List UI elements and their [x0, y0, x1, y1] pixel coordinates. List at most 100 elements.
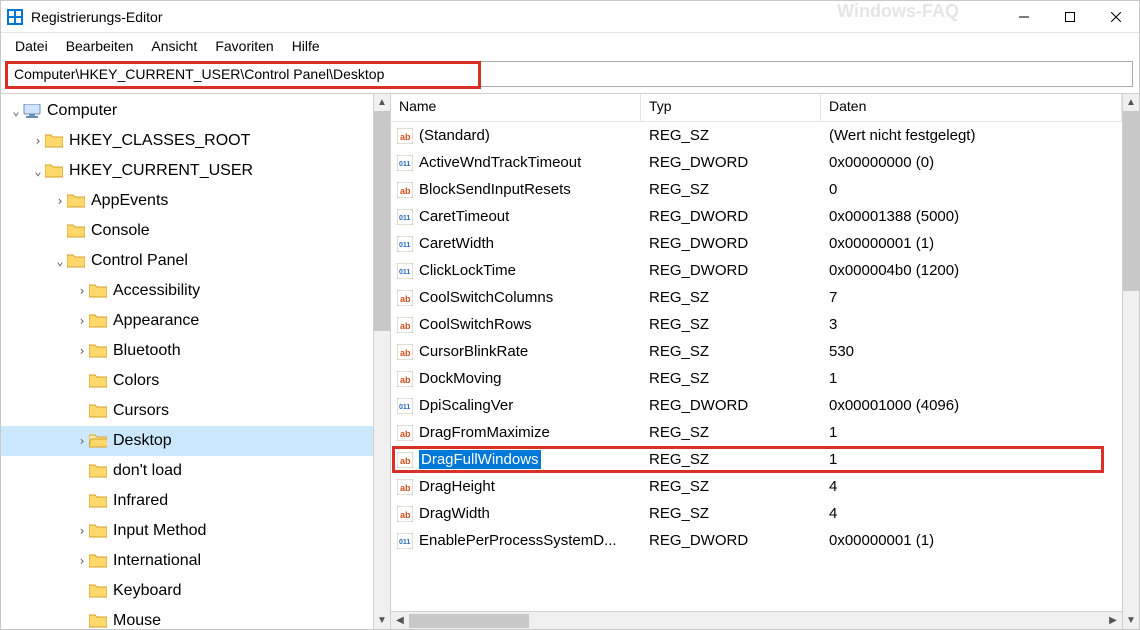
- column-headers[interactable]: Name Typ Daten: [391, 94, 1122, 122]
- tree-label: HKEY_CLASSES_ROOT: [69, 132, 250, 150]
- value-type: REG_SZ: [641, 370, 821, 387]
- folder-icon: [89, 553, 107, 569]
- folder-icon: [89, 403, 107, 419]
- window-title: Registrierungs-Editor: [31, 9, 163, 25]
- value-row[interactable]: ClickLockTimeREG_DWORD0x000004b0 (1200): [391, 257, 1122, 284]
- tree-item[interactable]: › HKEY_CLASSES_ROOT: [1, 126, 373, 156]
- value-row[interactable]: DpiScalingVerREG_DWORD0x00001000 (4096): [391, 392, 1122, 419]
- folder-icon: [89, 373, 107, 389]
- value-row[interactable]: DragFullWindowsREG_SZ1: [391, 446, 1122, 473]
- scroll-down-icon[interactable]: ▼: [1123, 612, 1139, 629]
- scroll-right-icon[interactable]: ▶: [1104, 613, 1122, 629]
- menu-datei[interactable]: Datei: [7, 36, 56, 56]
- scroll-left-icon[interactable]: ◀: [391, 613, 409, 629]
- folder-icon: [89, 463, 107, 479]
- tree-item[interactable]: ›International: [1, 546, 373, 576]
- reg-string-icon: [397, 506, 413, 522]
- value-name: CursorBlinkRate: [419, 343, 528, 360]
- values-list[interactable]: (Standard)REG_SZ(Wert nicht festgelegt)A…: [391, 122, 1122, 611]
- expander-closed-icon[interactable]: ›: [75, 314, 89, 328]
- window-controls: [1001, 2, 1139, 32]
- value-type: REG_DWORD: [641, 235, 821, 252]
- expander-closed-icon[interactable]: ›: [53, 194, 67, 208]
- expander-closed-icon[interactable]: ›: [75, 524, 89, 538]
- value-row[interactable]: CaretTimeoutREG_DWORD0x00001388 (5000): [391, 203, 1122, 230]
- tree-label: Desktop: [113, 432, 172, 450]
- minimize-button[interactable]: [1001, 2, 1047, 32]
- value-row[interactable]: CaretWidthREG_DWORD0x00000001 (1): [391, 230, 1122, 257]
- tree-item[interactable]: Infrared: [1, 486, 373, 516]
- tree-item[interactable]: ›Appearance: [1, 306, 373, 336]
- column-name[interactable]: Name: [391, 94, 641, 121]
- registry-tree[interactable]: ⌄Computer›HKEY_CLASSES_ROOT⌄HKEY_CURRENT…: [1, 94, 373, 629]
- menu-hilfe[interactable]: Hilfe: [284, 36, 328, 56]
- scroll-down-icon[interactable]: ▼: [374, 612, 390, 629]
- value-row[interactable]: DragWidthREG_SZ4: [391, 500, 1122, 527]
- tree-item[interactable]: › Accessibility: [1, 276, 373, 306]
- column-type[interactable]: Typ: [641, 94, 821, 121]
- value-type: REG_SZ: [641, 478, 821, 495]
- expander-closed-icon[interactable]: ›: [31, 134, 45, 148]
- tree-item[interactable]: › AppEvents: [1, 186, 373, 216]
- tree-item[interactable]: Keyboard: [1, 576, 373, 606]
- expander-open-icon[interactable]: ⌄: [9, 104, 23, 118]
- value-type: REG_SZ: [641, 127, 821, 144]
- expander-closed-icon[interactable]: ›: [75, 554, 89, 568]
- value-row[interactable]: CoolSwitchRowsREG_SZ3: [391, 311, 1122, 338]
- value-name: DragFromMaximize: [419, 424, 550, 441]
- menu-favoriten[interactable]: Favoriten: [207, 36, 281, 56]
- value-data: (Wert nicht festgelegt): [821, 127, 1122, 144]
- tree-label: Accessibility: [113, 282, 200, 300]
- value-row[interactable]: (Standard)REG_SZ(Wert nicht festgelegt): [391, 122, 1122, 149]
- expander-closed-icon[interactable]: ›: [75, 344, 89, 358]
- menu-bearbeiten[interactable]: Bearbeiten: [58, 36, 142, 56]
- tree-item[interactable]: don't load: [1, 456, 373, 486]
- tree-item[interactable]: ›Bluetooth: [1, 336, 373, 366]
- value-row[interactable]: DockMovingREG_SZ1: [391, 365, 1122, 392]
- horizontal-scrollbar[interactable]: ◀ ▶: [391, 611, 1122, 629]
- menu-ansicht[interactable]: Ansicht: [143, 36, 205, 56]
- tree-item[interactable]: ⌄ Computer: [1, 96, 373, 126]
- expander-open-icon[interactable]: ⌄: [53, 254, 67, 268]
- value-row[interactable]: EnablePerProcessSystemD...REG_DWORD0x000…: [391, 527, 1122, 554]
- reg-dword-icon: [397, 155, 413, 171]
- value-row[interactable]: CursorBlinkRateREG_SZ530: [391, 338, 1122, 365]
- scroll-thumb[interactable]: [374, 111, 390, 331]
- value-row[interactable]: BlockSendInputResetsREG_SZ0: [391, 176, 1122, 203]
- tree-item[interactable]: › Desktop: [1, 426, 373, 456]
- value-data: 1: [821, 424, 1122, 441]
- tree-item[interactable]: ›Input Method: [1, 516, 373, 546]
- expander-closed-icon[interactable]: ›: [75, 284, 89, 298]
- reg-string-icon: [397, 425, 413, 441]
- tree-item[interactable]: Cursors: [1, 396, 373, 426]
- tree-pane: ⌄Computer›HKEY_CLASSES_ROOT⌄HKEY_CURRENT…: [1, 94, 391, 629]
- value-row[interactable]: CoolSwitchColumnsREG_SZ7: [391, 284, 1122, 311]
- expander-open-icon[interactable]: ⌄: [31, 164, 45, 178]
- value-data: 530: [821, 343, 1122, 360]
- close-button[interactable]: [1093, 2, 1139, 32]
- h-scroll-thumb[interactable]: [409, 614, 529, 628]
- tree-label: Computer: [47, 102, 117, 120]
- scroll-up-icon[interactable]: ▲: [1123, 94, 1139, 111]
- value-row[interactable]: DragFromMaximizeREG_SZ1: [391, 419, 1122, 446]
- scroll-thumb[interactable]: [1123, 111, 1139, 291]
- tree-label: Mouse: [113, 612, 161, 629]
- value-data: 0: [821, 181, 1122, 198]
- maximize-button[interactable]: [1047, 2, 1093, 32]
- address-bar[interactable]: [7, 61, 1133, 87]
- tree-item[interactable]: Console: [1, 216, 373, 246]
- expander-closed-icon[interactable]: ›: [75, 434, 89, 448]
- column-data[interactable]: Daten: [821, 94, 1122, 121]
- value-type: REG_DWORD: [641, 208, 821, 225]
- tree-label: AppEvents: [91, 192, 168, 210]
- value-data: 0x00000001 (1): [821, 532, 1122, 549]
- value-row[interactable]: ActiveWndTrackTimeoutREG_DWORD0x00000000…: [391, 149, 1122, 176]
- tree-item[interactable]: ⌄Control Panel: [1, 246, 373, 276]
- tree-item[interactable]: Colors: [1, 366, 373, 396]
- value-row[interactable]: DragHeightREG_SZ4: [391, 473, 1122, 500]
- tree-item[interactable]: ⌄HKEY_CURRENT_USER: [1, 156, 373, 186]
- tree-item[interactable]: Mouse: [1, 606, 373, 629]
- tree-scrollbar[interactable]: ▲ ▼: [373, 94, 390, 629]
- scroll-up-icon[interactable]: ▲: [374, 94, 390, 111]
- values-scrollbar[interactable]: ▲ ▼: [1122, 94, 1139, 629]
